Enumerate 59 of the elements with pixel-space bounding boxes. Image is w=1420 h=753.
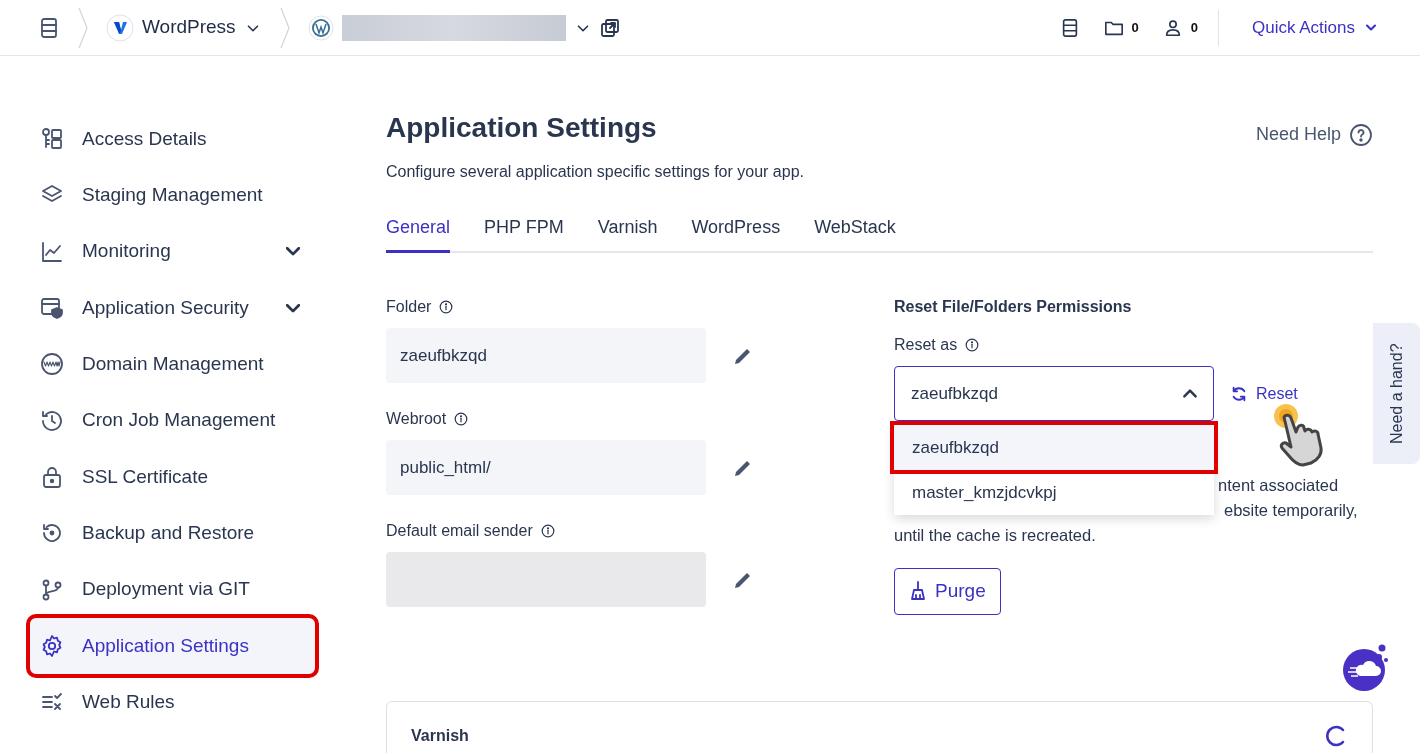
help-tab[interactable]: Need a hand?	[1373, 323, 1420, 464]
chevron-up-icon	[1183, 389, 1197, 398]
breadcrumb-separator-icon	[277, 5, 292, 50]
sidebar-item[interactable]: Web Rules	[30, 673, 315, 731]
settings-icon	[40, 633, 64, 658]
text-field[interactable]: public_html/	[386, 440, 706, 495]
text-field[interactable]: zaeufbkzqd	[386, 328, 706, 383]
sidebar-item[interactable]: SSL Certificate	[30, 448, 315, 506]
purge-button[interactable]: Purge	[894, 568, 1001, 615]
clock-icon	[40, 408, 64, 433]
field-label: Webroot	[386, 409, 447, 429]
wordpress-logo	[307, 14, 334, 41]
field-label: Reset as	[894, 335, 958, 355]
app-name[interactable]: WordPress	[142, 13, 236, 42]
card-title: Varnish	[411, 726, 469, 746]
refresh-icon	[1230, 384, 1248, 403]
tab[interactable]: WebStack	[814, 206, 896, 253]
sidebar-item[interactable]: Domain Management	[30, 336, 315, 393]
sidebar-item[interactable]: Access Details	[30, 111, 315, 168]
lock-icon	[40, 464, 64, 489]
sidebar-item[interactable]: Application Security	[30, 279, 315, 337]
counter-value: 0	[1131, 18, 1139, 37]
sidebar-item[interactable]: Staging Management	[30, 167, 315, 224]
description-text: ebsite temporarily,	[1224, 500, 1358, 521]
git-icon	[40, 577, 64, 602]
www-icon	[40, 352, 64, 377]
select-field[interactable]: zaeufbkzqd	[894, 366, 1214, 421]
breadcrumb-separator-icon	[76, 5, 90, 50]
access-icon	[40, 127, 64, 152]
tab[interactable]: WordPress	[691, 206, 781, 253]
page-subtitle: Configure several application specific settings for your app.	[386, 162, 805, 182]
reset-link[interactable]: Reset	[1230, 381, 1298, 406]
sidebar-item[interactable]: Backup and Restore	[30, 505, 315, 562]
info-icon	[965, 338, 980, 352]
broom-icon	[909, 581, 927, 602]
shield-icon	[40, 296, 64, 321]
help-icon	[1349, 122, 1373, 147]
sidebar-item[interactable]: Deployment via GIT	[30, 561, 315, 618]
info-icon	[454, 412, 469, 426]
description-text: until the cache is recreated.	[894, 525, 1097, 546]
server-icon[interactable]	[38, 16, 60, 39]
description-text: ntent associated	[1218, 475, 1339, 496]
chart-icon	[40, 239, 64, 264]
info-icon	[540, 524, 555, 538]
sidebar-item[interactable]: Cron Job Management	[30, 392, 315, 449]
tab[interactable]: PHP FPM	[484, 206, 564, 253]
sidebar-item[interactable]: Monitoring	[30, 223, 315, 280]
field-label: Folder	[386, 297, 432, 317]
brand-logo	[106, 13, 134, 42]
tab[interactable]: Varnish	[597, 206, 658, 253]
counter-value: 0	[1190, 18, 1198, 37]
page-title: Application Settings	[386, 111, 657, 145]
info-icon	[439, 300, 454, 314]
external-window-icon[interactable]	[599, 17, 620, 38]
need-help-link[interactable]: Need Help	[1255, 121, 1373, 148]
quick-actions-menu[interactable]: Quick Actions	[1251, 13, 1380, 42]
tab[interactable]: General	[386, 206, 451, 253]
section-title: Reset File/Folders Permissions	[894, 297, 1133, 317]
field-label: Default email sender	[386, 521, 533, 541]
